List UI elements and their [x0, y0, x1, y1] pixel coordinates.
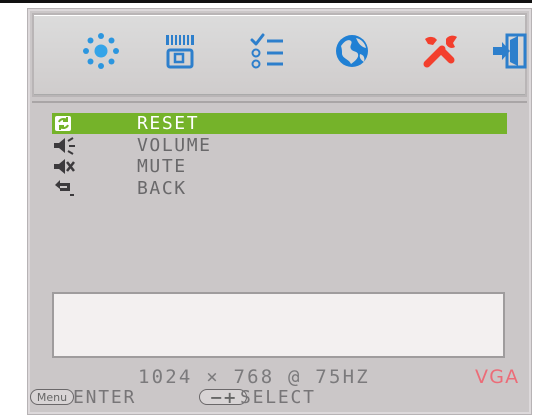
- back-icon: [52, 178, 76, 199]
- menu-button-hint[interactable]: Menu: [30, 389, 74, 405]
- select-label: SELECT: [240, 387, 316, 408]
- menu-item-label-mute: MUTE: [137, 156, 187, 177]
- checklist-icon: [250, 33, 283, 69]
- volume-icon: [52, 135, 76, 156]
- tab-options[interactable]: [245, 29, 289, 73]
- osd-window: RESET VOLUME MUTE BACK 1024 × 768 @ 75HZ…: [27, 8, 532, 415]
- osd-tab-bar: [32, 13, 527, 97]
- reset-menu-panel: RESET VOLUME MUTE BACK: [32, 105, 527, 263]
- tab-screen-settings[interactable]: [158, 29, 202, 73]
- right-frame-edge: [532, 0, 540, 418]
- mute-icon: [52, 156, 76, 177]
- top-frame-edge: [0, 0, 540, 3]
- menu-item-mute[interactable]: MUTE: [52, 156, 505, 177]
- menu-item-label-reset: RESET: [137, 113, 200, 134]
- description-box: [52, 292, 505, 358]
- globe-icon: [336, 35, 368, 67]
- tools-icon: [423, 35, 457, 68]
- screen-settings-icon: [166, 35, 194, 69]
- menu-item-volume[interactable]: VOLUME: [52, 135, 505, 156]
- tab-exit[interactable]: [489, 29, 533, 73]
- control-hints: Menu ENTER −+ SELECT: [30, 386, 525, 410]
- enter-label: ENTER: [73, 387, 137, 408]
- menu-divider: [32, 101, 527, 103]
- menu-item-label-back: BACK: [137, 178, 187, 199]
- menu-item-back[interactable]: BACK: [52, 178, 505, 199]
- resolution-status: 1024 × 768 @ 75HZ: [138, 366, 370, 388]
- input-signal-status: VGA: [475, 366, 520, 388]
- exit-icon: [493, 33, 527, 69]
- tab-tools[interactable]: [418, 29, 462, 73]
- menu-item-reset[interactable]: RESET: [52, 113, 507, 134]
- tab-brightness[interactable]: [79, 29, 123, 73]
- reset-icon: [52, 113, 76, 134]
- menu-item-label-volume: VOLUME: [137, 135, 212, 156]
- brightness-icon: [83, 33, 119, 69]
- monitor-osd-screen: RESET VOLUME MUTE BACK 1024 × 768 @ 75HZ…: [0, 0, 540, 418]
- tab-language[interactable]: [330, 29, 374, 73]
